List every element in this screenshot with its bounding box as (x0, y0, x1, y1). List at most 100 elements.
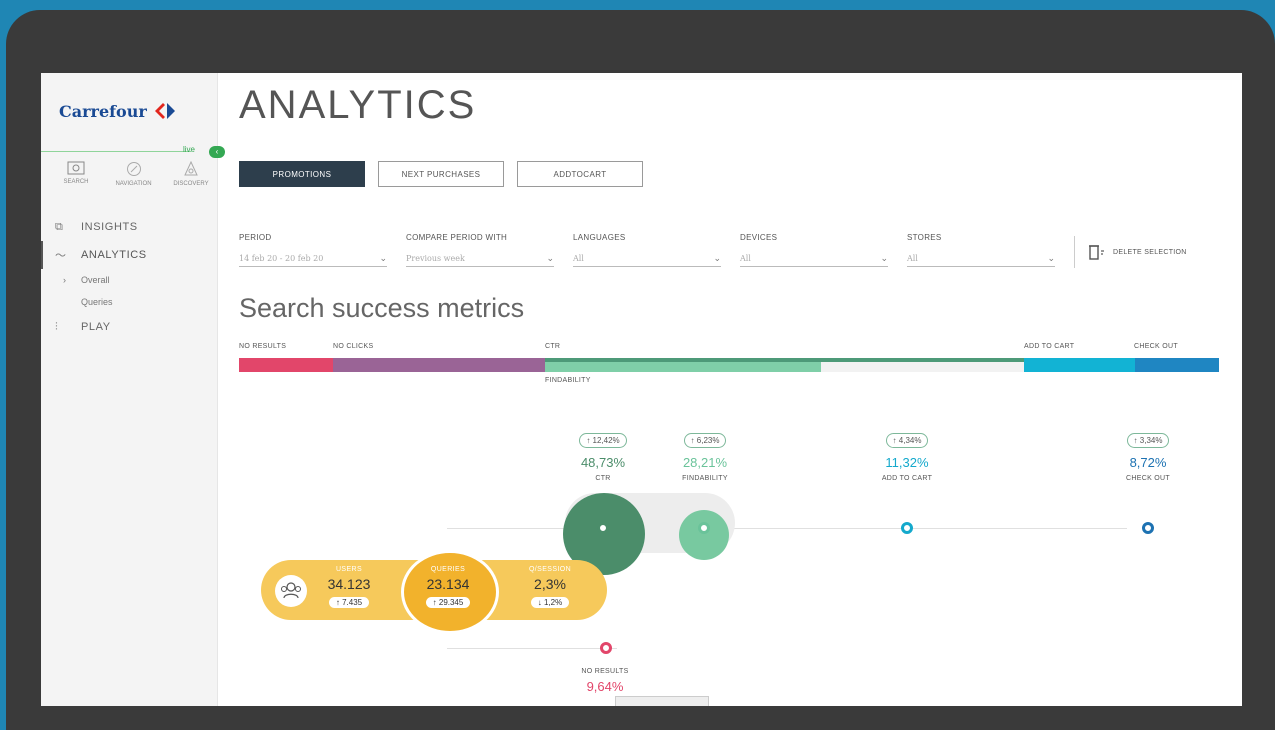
filter-period: PERIOD 14 feb 20 - 20 feb 20 ⌄ (239, 233, 406, 267)
label-ctr: CTR (545, 343, 561, 350)
sidebar-item-analytics-label: ANALYTICS (81, 249, 147, 261)
period-value: 14 feb 20 - 20 feb 20 (239, 253, 324, 263)
no-results-node[interactable] (600, 642, 612, 654)
metric-ctr: ↑ 12,42% 48,73% CTR (553, 430, 653, 482)
metric-ctr-delta: ↑ 12,42% (579, 433, 627, 448)
stores-select[interactable]: All ⌄ (907, 250, 1055, 267)
sidebar-item-insights-label: INSIGHTS (81, 221, 138, 233)
chevron-down-icon: ⌄ (546, 252, 554, 263)
search-mode-icon (67, 161, 85, 175)
kpi-users-label: USERS (335, 566, 363, 573)
page-title: ANALYTICS (239, 83, 477, 127)
sidebar-subitem-overall-label: Overall (81, 275, 110, 285)
brand-logo[interactable]: Carrefour (59, 101, 177, 121)
devices-value: All (740, 253, 751, 263)
live-indicator-line (41, 151, 191, 152)
play-sliders-icon: ⫶ (55, 320, 59, 333)
kpi-queries: QUERIES 23.134 ↑ 29.345 (408, 566, 488, 610)
kpi-queries-delta: ↑ 29.345 (425, 597, 471, 608)
sidebar-subitem-overall[interactable]: › Overall (41, 269, 217, 291)
languages-value: All (573, 253, 584, 263)
users-icon (275, 575, 307, 607)
kpi-users-delta: ↑ 7.435 (328, 597, 370, 608)
findability-node (698, 522, 710, 534)
carrefour-logo-icon (154, 103, 175, 119)
findability-bubble[interactable] (679, 510, 729, 560)
delete-selection-label: DELETE SELECTION (1113, 248, 1187, 256)
delete-selection-button[interactable]: DELETE SELECTION (1074, 236, 1187, 268)
metric-add-to-cart-delta: ↑ 4,34% (885, 433, 929, 448)
ctr-node (597, 522, 609, 534)
section-title: Search success metrics (239, 293, 525, 323)
sidebar-item-play[interactable]: ⫶ PLAY (41, 313, 217, 341)
metric-findability-label: FINDABILITY (682, 475, 728, 482)
trash-filter-icon (1089, 245, 1104, 260)
sidebar-subitem-queries-label: Queries (81, 297, 113, 307)
chevron-right-icon: › (63, 275, 66, 285)
tab-bar: PROMOTIONS NEXT PURCHASES ADDTOCART (239, 161, 643, 187)
no-results-flow-line (447, 648, 617, 649)
analytics-icon: 〜 (55, 250, 67, 262)
segment-no-results (239, 358, 333, 372)
chevron-down-icon: ⌄ (713, 252, 721, 263)
metric-findability: ↑ 6,23% 28,21% FINDABILITY (655, 430, 755, 482)
stores-value: All (907, 253, 918, 263)
metric-findability-value: 28,21% (682, 455, 728, 470)
funnel-bar (239, 358, 1219, 372)
sidebar-nav: ⧉ INSIGHTS 〜 ANALYTICS › Overall Queries… (41, 213, 217, 341)
discovery-icon (184, 161, 198, 176)
add-to-cart-node[interactable] (901, 522, 913, 534)
segment-no-clicks (333, 358, 545, 372)
filter-devices-label: DEVICES (740, 233, 778, 242)
label-findability: FINDABILITY (545, 377, 591, 384)
app-screen: Carrefour live ‹ SEARCH NAVIGATION DISCO… (41, 73, 1242, 706)
label-no-results: NO RESULTS (239, 343, 287, 350)
kpi-queries-value: 23.134 (426, 576, 470, 592)
filter-stores: STORES All ⌄ (907, 233, 1074, 267)
kpi-users: USERS 34.123 ↑ 7.435 (309, 566, 389, 610)
kpi-q-session-label: Q/SESSION (528, 566, 572, 573)
compare-select[interactable]: Previous week ⌄ (406, 250, 554, 267)
sidebar: Carrefour live ‹ SEARCH NAVIGATION DISCO… (41, 73, 225, 706)
sidebar-item-play-label: PLAY (81, 321, 111, 333)
segment-check-out (1135, 358, 1219, 372)
chevron-down-icon: ⌄ (379, 252, 387, 263)
tab-next-purchases[interactable]: NEXT PURCHASES (378, 161, 504, 187)
sidebar-subitem-queries[interactable]: Queries (41, 291, 217, 313)
label-add-to-cart: ADD TO CART (1024, 343, 1075, 350)
no-results-value: 9,64% (586, 679, 624, 694)
filter-languages-label: LANGUAGES (573, 233, 626, 242)
kpi-users-value: 34.123 (327, 576, 371, 592)
languages-select[interactable]: All ⌄ (573, 250, 721, 267)
metric-add-to-cart: ↑ 4,34% 11,32% ADD TO CART (857, 430, 957, 482)
insights-icon: ⧉ (55, 220, 64, 233)
metric-check-out: ↑ 3,34% 8,72% CHECK OUT (1098, 430, 1198, 482)
mode-navigation[interactable]: NAVIGATION (109, 161, 159, 187)
mode-navigation-label: NAVIGATION (115, 181, 152, 187)
tab-promotions[interactable]: PROMOTIONS (239, 161, 365, 187)
kpi-queries-label: QUERIES (430, 566, 466, 573)
metric-check-out-value: 8,72% (1129, 455, 1167, 470)
filter-stores-label: STORES (907, 233, 942, 242)
compare-value: Previous week (406, 253, 465, 263)
mode-discovery[interactable]: DISCOVERY (166, 161, 216, 187)
check-out-node[interactable] (1142, 522, 1154, 534)
segment-ctr (545, 358, 821, 372)
kpi-q-session: Q/SESSION 2,3% ↓ 1,2% (510, 566, 590, 610)
filter-devices: DEVICES All ⌄ (740, 233, 907, 267)
segment-remaining (821, 358, 1024, 372)
metric-check-out-delta: ↑ 3,34% (1126, 433, 1170, 448)
funnel-bar-labels: NO RESULTS NO CLICKS CTR ADD TO CART CHE… (239, 343, 1219, 355)
tab-addtocart[interactable]: ADDTOCART (517, 161, 643, 187)
mode-search[interactable]: SEARCH (51, 161, 101, 187)
metric-ctr-label: CTR (595, 475, 611, 482)
devices-select[interactable]: All ⌄ (740, 250, 888, 267)
navigation-icon (126, 162, 141, 176)
period-select[interactable]: 14 feb 20 - 20 feb 20 ⌄ (239, 250, 387, 267)
sidebar-item-insights[interactable]: ⧉ INSIGHTS (41, 213, 217, 241)
segment-add-to-cart (1024, 358, 1135, 372)
mode-search-label: SEARCH (63, 179, 89, 185)
filter-period-label: PERIOD (239, 233, 272, 242)
sidebar-item-analytics[interactable]: 〜 ANALYTICS (41, 241, 217, 269)
no-results-label: NO RESULTS (581, 668, 629, 675)
